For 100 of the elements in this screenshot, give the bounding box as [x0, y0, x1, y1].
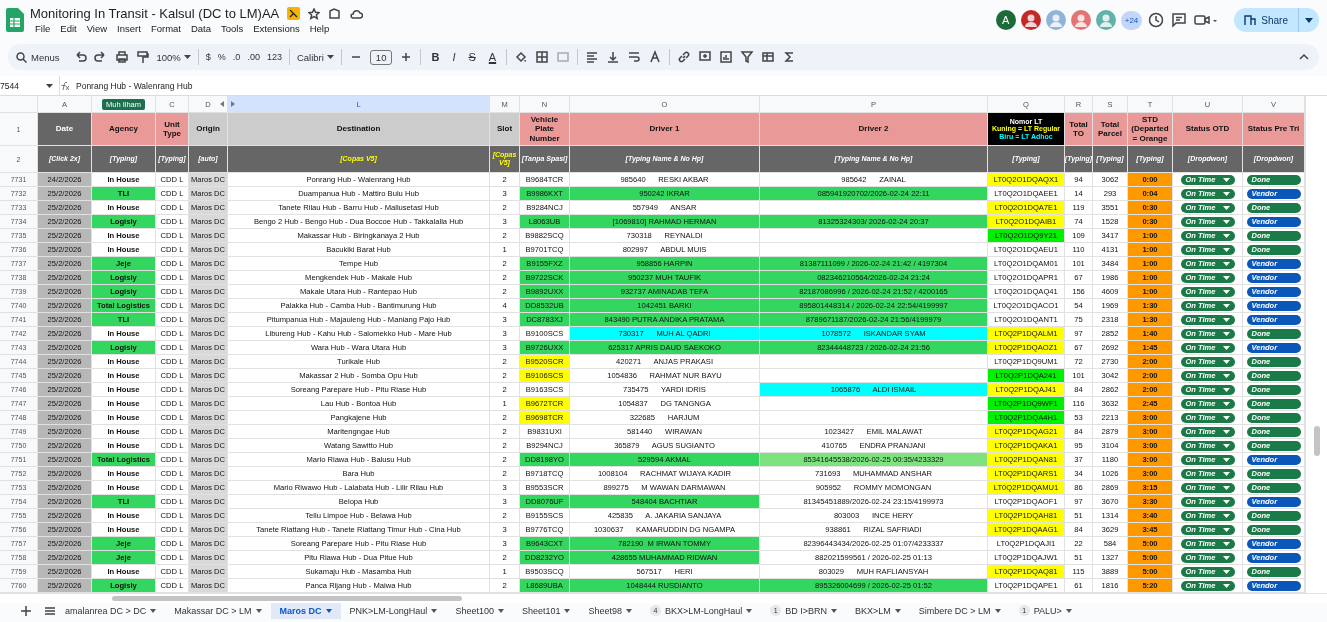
caret-icon — [1222, 233, 1230, 238]
add-sheet-icon[interactable] — [20, 604, 32, 617]
caret-icon — [1222, 345, 1230, 350]
formula-field[interactable]: Ponrang Hub - Walenrang Hub — [76, 80, 193, 91]
more-people-badge[interactable]: +24 — [1120, 10, 1143, 30]
bold-button[interactable]: B — [428, 51, 443, 63]
font-dropdown[interactable]: Calibri — [296, 51, 334, 63]
menu-item[interactable]: Extensions — [248, 23, 305, 34]
cloud-icon[interactable] — [349, 7, 364, 20]
text-color-button[interactable]: A — [485, 51, 500, 63]
avatar-icon[interactable] — [1020, 10, 1041, 30]
caret-icon — [1222, 303, 1230, 308]
column-title: Vehicle Plate Number — [520, 113, 570, 146]
caret-icon — [1222, 359, 1230, 364]
caret-icon — [1222, 205, 1230, 210]
fill-color-icon[interactable] — [514, 50, 529, 64]
menu-item[interactable]: Data — [185, 23, 217, 34]
text-wrap-icon[interactable] — [627, 50, 642, 64]
caret-icon — [1222, 471, 1230, 476]
menu-search-field[interactable]: Menus — [16, 51, 66, 63]
italic-button[interactable]: I — [449, 51, 459, 63]
sheet-tab[interactable]: PNK>LM-LongHaul — [340, 602, 447, 619]
avatar-icon[interactable] — [1070, 10, 1091, 30]
chart-icon[interactable] — [719, 50, 734, 64]
zoom-dropdown[interactable]: 100% — [156, 51, 191, 63]
vertical-align-icon[interactable] — [606, 50, 621, 64]
caret-icon — [1222, 191, 1230, 196]
format-button[interactable]: .0 — [232, 52, 241, 62]
comment-icon[interactable] — [1170, 11, 1189, 29]
menu-item[interactable]: Edit — [55, 23, 82, 34]
merge-cells-icon[interactable] — [556, 50, 571, 64]
sheet-badge-icon[interactable] — [287, 7, 301, 20]
redo-icon[interactable] — [93, 50, 108, 64]
caret-icon — [1222, 527, 1230, 532]
sheet-tab[interactable]: Sheet101 — [512, 602, 580, 619]
caret-icon — [894, 608, 901, 613]
menu-item[interactable]: Help — [304, 23, 335, 34]
document-title[interactable]: Monitoring In Transit - Kalsul (DC to LM)AA — [30, 6, 280, 21]
font-size-field[interactable]: 10 — [369, 49, 393, 65]
link-icon[interactable] — [677, 50, 692, 64]
all-sheets-icon[interactable] — [44, 604, 56, 617]
cell-reference-field[interactable]: 7544 — [0, 80, 19, 91]
strikethrough-button[interactable]: S — [465, 51, 479, 63]
search-icon — [16, 51, 27, 63]
sheet-tab[interactable]: Sheet100 — [446, 602, 513, 619]
borders-icon[interactable] — [535, 50, 550, 64]
caret-icon — [746, 608, 753, 613]
column-title: Origin — [189, 113, 228, 146]
scrollbar-thumb[interactable] — [112, 596, 462, 601]
column-title: Status Pre Tri — [1243, 113, 1305, 146]
caret-icon — [1305, 17, 1313, 23]
caret-icon — [1222, 331, 1230, 336]
sheet-tab[interactable]: Sheet98 — [579, 602, 641, 619]
align-icon[interactable] — [585, 50, 600, 64]
scrollbar-thumb[interactable] — [1314, 426, 1320, 456]
share-button[interactable]: Share — [1234, 8, 1319, 32]
column-title: Driver 2 — [760, 113, 988, 146]
paint-format-icon[interactable] — [135, 50, 150, 64]
sheet-tab[interactable]: amalanrea DC > DC — [56, 602, 166, 619]
menu-item[interactable]: File — [30, 23, 56, 34]
caret-icon — [255, 608, 262, 613]
column-title: Status OTD — [1173, 113, 1243, 146]
sheet-tab[interactable]: BKX>LM — [846, 602, 910, 619]
expand-arrow-icon[interactable] — [231, 101, 235, 107]
filter-icon[interactable] — [740, 50, 755, 64]
user-avatar[interactable]: A — [995, 10, 1016, 30]
format-button[interactable]: .00 — [247, 52, 260, 62]
caret-icon — [1222, 583, 1230, 588]
menu-item[interactable]: Format — [145, 23, 186, 34]
caret-icon — [325, 608, 332, 613]
caret-icon — [1222, 555, 1230, 560]
format-button[interactable]: 123 — [266, 52, 282, 62]
caret-icon — [564, 608, 571, 613]
caret-icon — [1222, 247, 1230, 252]
column-title: Unit Type — [156, 113, 189, 146]
caret-icon — [1222, 485, 1230, 490]
menu-item[interactable]: Insert — [112, 23, 146, 34]
caret-icon — [1222, 429, 1230, 434]
expand-arrow-icon[interactable] — [220, 101, 224, 107]
print-icon[interactable] — [114, 50, 129, 64]
menu-item[interactable]: Tools — [216, 23, 249, 34]
add-comment-icon[interactable] — [698, 50, 713, 64]
spreadsheet-logo-icon — [6, 8, 24, 32]
caret-icon — [150, 608, 157, 613]
format-button[interactable]: $ — [205, 52, 211, 62]
caret-icon — [831, 608, 838, 613]
star-icon[interactable] — [308, 7, 321, 20]
caret-icon — [1222, 457, 1230, 462]
text-rotation-icon[interactable] — [648, 50, 663, 64]
menu-item[interactable]: View — [81, 23, 113, 34]
sheet-tab[interactable]: Simbere DC > LM — [909, 602, 1010, 619]
table-view-icon[interactable] — [761, 50, 776, 64]
format-button[interactable]: % — [217, 52, 226, 62]
caret-icon — [1065, 608, 1072, 613]
caret-icon — [1222, 317, 1230, 322]
sheet-tab[interactable]: Makassar DC > LM — [165, 602, 271, 619]
column-title: Date — [38, 113, 92, 146]
caret-icon — [1222, 177, 1230, 182]
caret-icon[interactable] — [46, 83, 53, 88]
history-icon[interactable] — [1147, 11, 1166, 29]
